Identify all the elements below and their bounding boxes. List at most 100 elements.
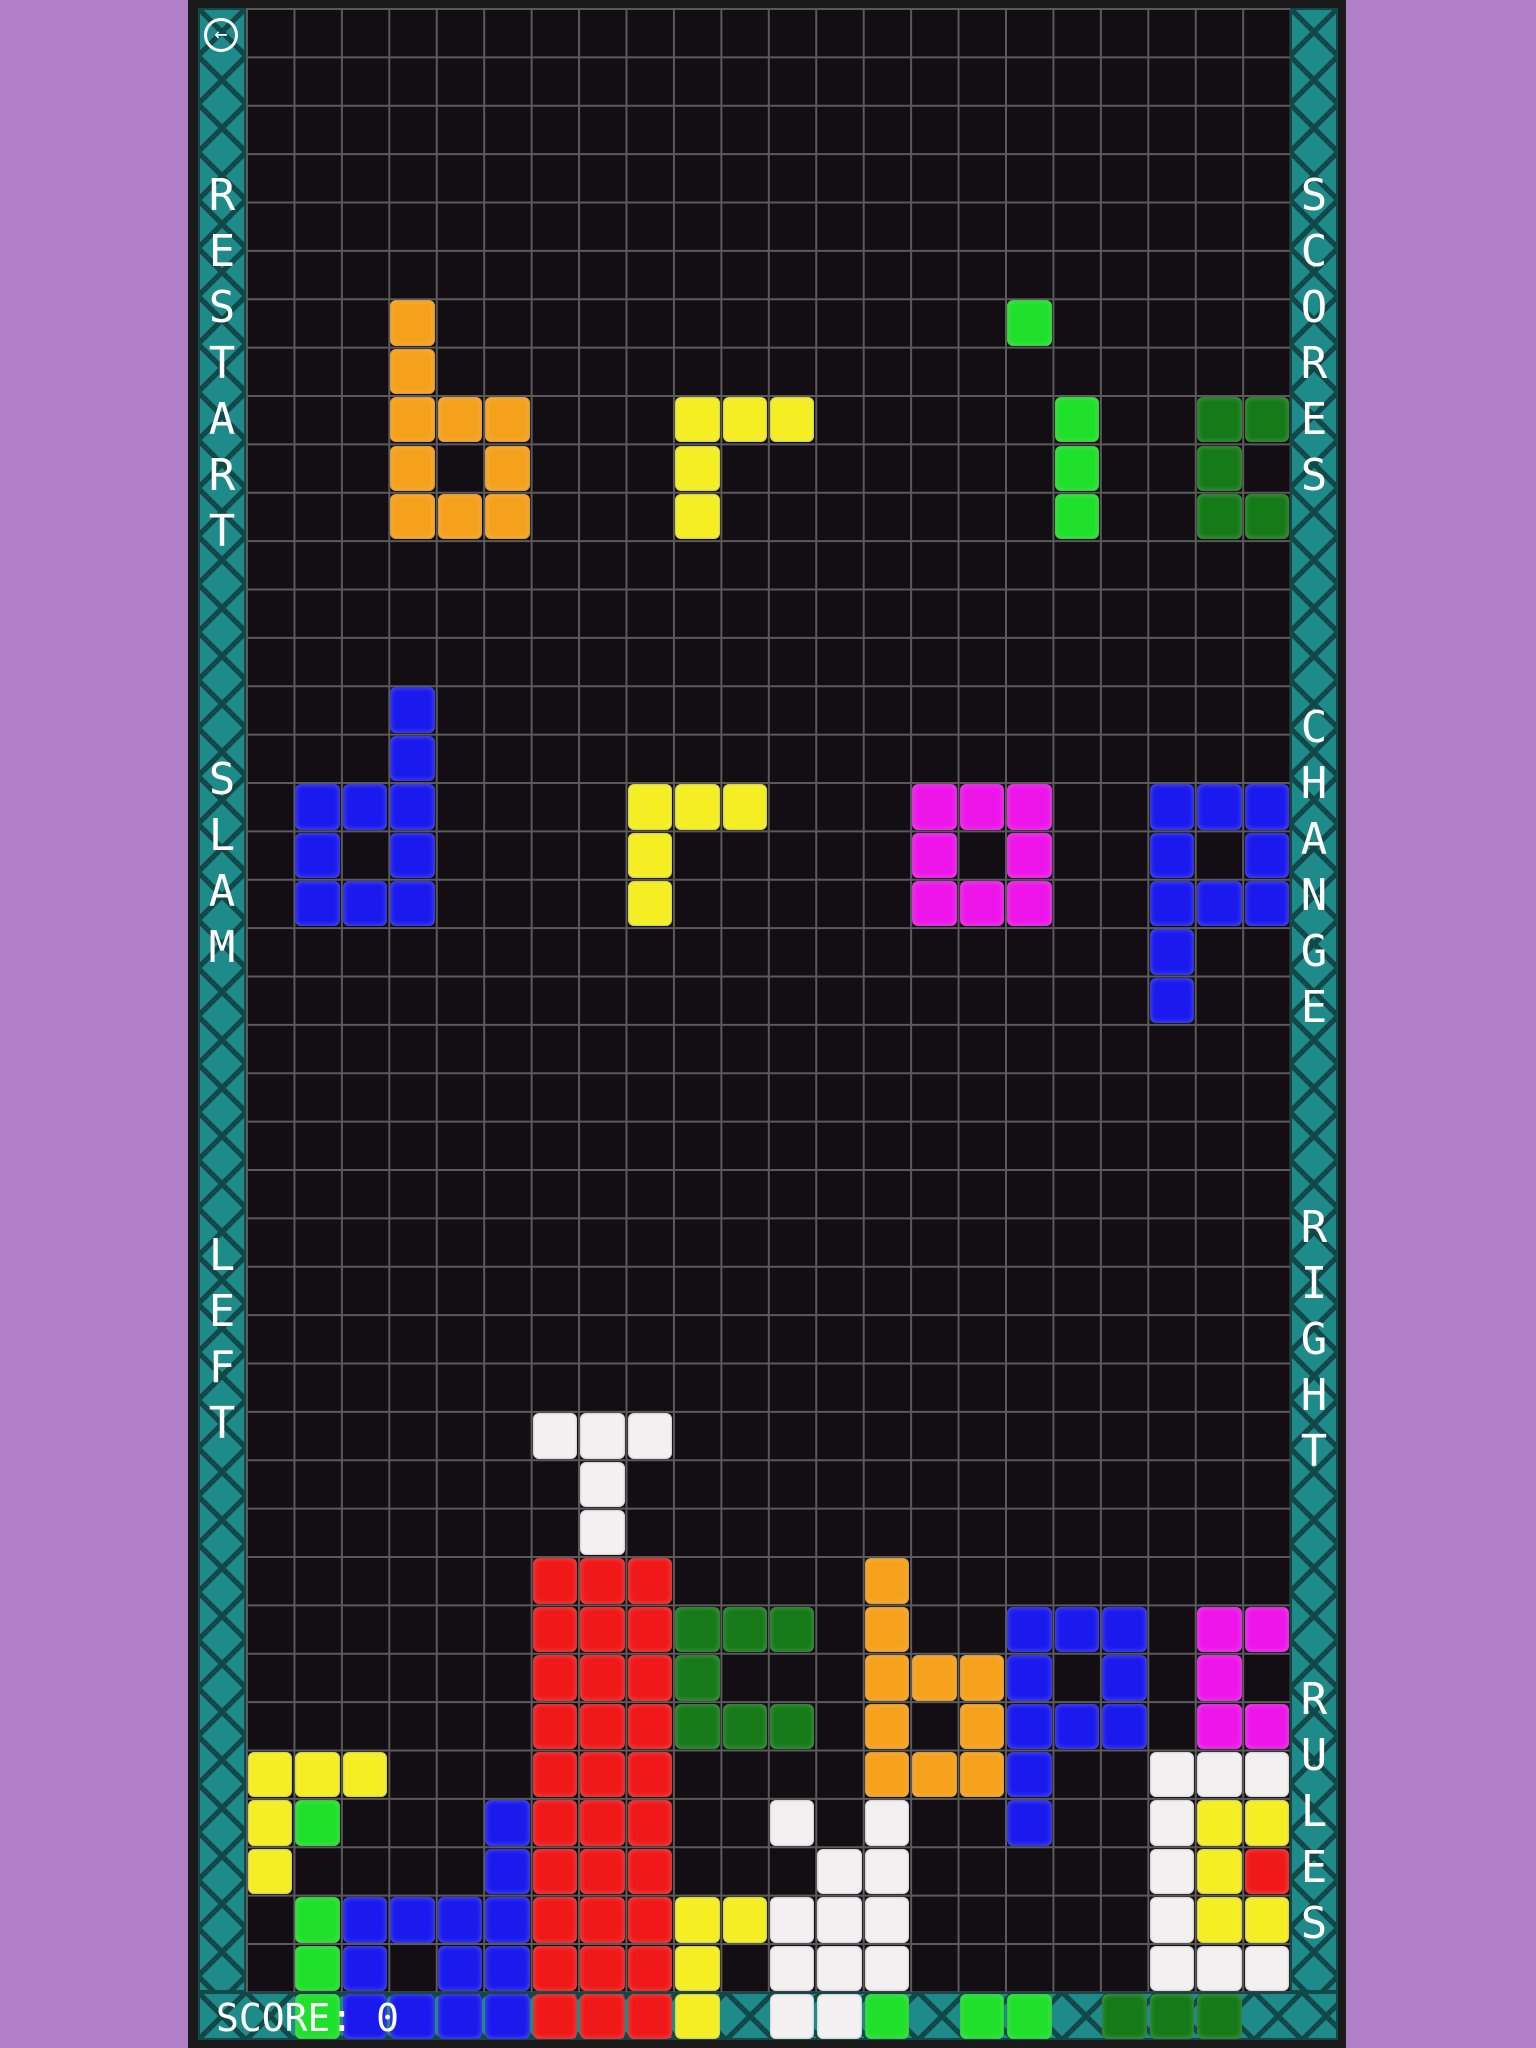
back-button[interactable]: ← <box>204 18 238 52</box>
block-cell <box>1197 1994 1242 2040</box>
block-cell <box>817 1945 862 1991</box>
label-letter: T <box>208 506 236 557</box>
block-cell <box>390 1897 435 1943</box>
rules-button[interactable]: RULES <box>1290 1672 1338 1952</box>
block-cell <box>485 1994 530 2040</box>
left-button[interactable]: LEFT <box>198 1228 246 1452</box>
block-cell <box>675 1606 720 1653</box>
block-cell <box>248 1848 293 1895</box>
block-cell <box>485 1945 530 1991</box>
block-cell <box>627 1413 673 1459</box>
change-button[interactable]: CHANGE <box>1290 700 1338 1036</box>
block-cell <box>627 1558 673 1604</box>
block-cell <box>580 1800 625 1846</box>
block-cell <box>1102 1606 1147 1653</box>
block-cell <box>1244 1703 1289 1750</box>
scores-button[interactable]: SCORES <box>1290 168 1338 504</box>
block-cell <box>912 881 957 927</box>
label-letter: S <box>208 754 236 805</box>
block-cell <box>532 1752 578 1798</box>
block-cell <box>1007 1994 1052 2040</box>
label-letter: H <box>1300 1370 1328 1421</box>
label-letter: L <box>208 1230 236 1281</box>
block-cell <box>912 1655 957 1701</box>
block-cell <box>580 1558 625 1604</box>
block-cell <box>1007 300 1052 346</box>
block-cell <box>295 1752 340 1798</box>
block-cell <box>817 1848 862 1895</box>
label-letter: I <box>1300 1258 1328 1309</box>
block-cell <box>485 445 530 491</box>
block-cell <box>627 1848 673 1895</box>
block-cell <box>627 1655 673 1701</box>
right-button[interactable]: RIGHT <box>1290 1200 1338 1480</box>
block-cell <box>770 1606 815 1653</box>
block-cell <box>959 881 1005 927</box>
block-cell <box>1054 493 1100 540</box>
block-cell <box>912 784 957 830</box>
block-cell <box>1007 832 1052 878</box>
block-cell <box>1007 1800 1052 1846</box>
label-letter: T <box>208 338 236 389</box>
block-cell <box>1197 1655 1242 1701</box>
block-cell <box>1197 1848 1242 1895</box>
label-letter: F <box>208 1342 236 1393</box>
block-cell <box>580 1510 625 1556</box>
block-cell <box>912 832 957 878</box>
block-cell <box>532 1703 578 1750</box>
block-cell <box>770 1703 815 1750</box>
label-letter: O <box>1300 282 1328 333</box>
block-cell <box>1244 493 1289 540</box>
label-letter: N <box>1300 870 1328 921</box>
block-cell <box>675 493 720 540</box>
block-cell <box>1244 881 1289 927</box>
block-cell <box>1149 1897 1195 1943</box>
block-cell <box>770 1897 815 1943</box>
block-cell <box>437 1994 483 2040</box>
block-cell <box>675 1703 720 1750</box>
block-cell <box>627 1606 673 1653</box>
block-cell <box>722 397 767 443</box>
block-cell <box>1244 1606 1289 1653</box>
label-letter: T <box>208 1398 236 1449</box>
block-cell <box>1197 784 1242 830</box>
block-cell <box>1244 397 1289 443</box>
score-value: 0 <box>376 1996 400 2040</box>
block-cell <box>390 397 435 443</box>
label-letter: S <box>208 282 236 333</box>
block-cell <box>1149 1848 1195 1895</box>
block-cell <box>675 1994 720 2040</box>
label-letter: E <box>1300 394 1328 445</box>
block-cell <box>485 493 530 540</box>
block-cell <box>1244 1945 1289 1991</box>
block-cell <box>485 1800 530 1846</box>
block-cell <box>1007 784 1052 830</box>
block-cell <box>532 1848 578 1895</box>
block-cell <box>770 1800 815 1846</box>
score-label: SCORE: <box>216 1996 354 2040</box>
block-cell <box>627 832 673 878</box>
block-cell <box>1197 1945 1242 1991</box>
block-cell <box>864 1655 910 1701</box>
block-cell <box>817 1994 862 2040</box>
block-cell <box>532 1994 578 2040</box>
block-cell <box>295 832 340 878</box>
block-cell <box>864 1703 910 1750</box>
block-cell <box>959 1752 1005 1798</box>
block-cell <box>817 1897 862 1943</box>
block-cell <box>532 1655 578 1701</box>
block-cell <box>675 1897 720 1943</box>
label-letter: R <box>1300 1202 1328 1253</box>
block-cell <box>1102 1703 1147 1750</box>
block-cell <box>248 1752 293 1798</box>
slam-button[interactable]: SLAM <box>198 752 246 976</box>
block-cell <box>342 1945 388 1991</box>
label-letter: E <box>208 1286 236 1337</box>
block-cell <box>1244 832 1289 878</box>
restart-button[interactable]: RESTART <box>198 168 246 560</box>
label-letter: G <box>1300 1314 1328 1365</box>
block-cell <box>1149 784 1195 830</box>
block-cell <box>532 1558 578 1604</box>
block-cell <box>1244 1752 1289 1798</box>
game-board[interactable] <box>246 8 1290 2040</box>
